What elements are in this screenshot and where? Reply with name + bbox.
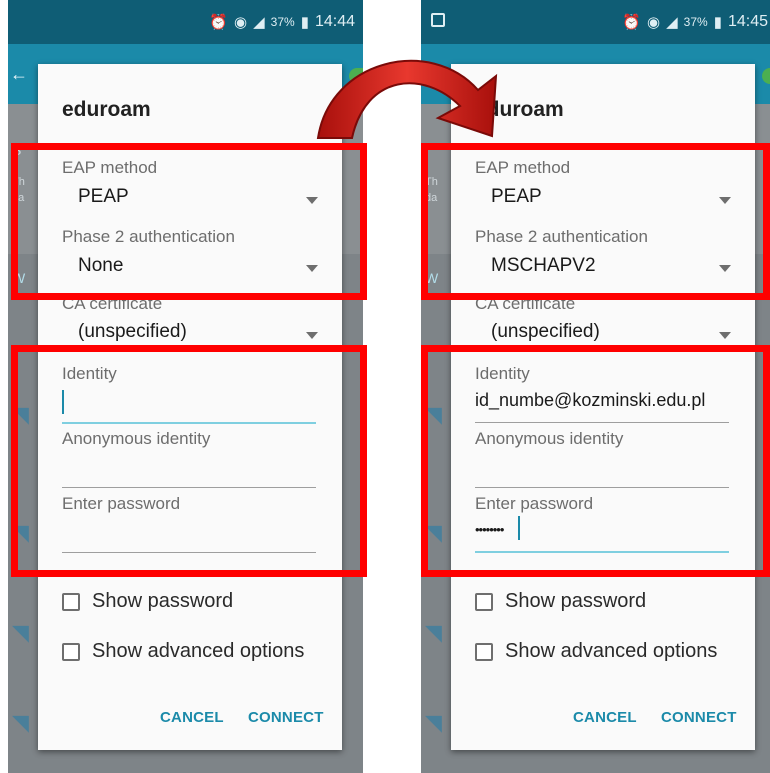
back-arrow-icon[interactable]: ← bbox=[10, 64, 28, 85]
battery-icon: ▮ bbox=[713, 14, 722, 31]
show-advanced-row[interactable]: Show advanced options bbox=[62, 640, 304, 663]
show-password-row[interactable]: Show password bbox=[475, 590, 646, 613]
battery-percent: 37% bbox=[270, 15, 295, 29]
status-bar: ⏰ ◉ ◢ 37% ▮ 14:44 bbox=[8, 0, 363, 44]
status-time: 14:45 bbox=[727, 13, 768, 30]
wifi-network-icon: ◥ bbox=[425, 620, 442, 645]
screenshot-notification-icon bbox=[431, 13, 445, 27]
highlight-box-eap-settings-after bbox=[421, 143, 770, 300]
signal-icon: ◢ bbox=[666, 14, 678, 31]
cancel-button[interactable]: CANCEL bbox=[160, 709, 224, 726]
highlight-box-eap-settings-before bbox=[11, 143, 367, 300]
dialog-title: eduroam bbox=[62, 98, 151, 121]
status-time: 14:44 bbox=[314, 13, 355, 30]
connect-button[interactable]: CONNECT bbox=[248, 709, 324, 726]
ca-certificate-select[interactable]: (unspecified) bbox=[78, 321, 187, 343]
cancel-button[interactable]: CANCEL bbox=[573, 709, 637, 726]
wifi-network-icon: ◥ bbox=[425, 710, 442, 735]
show-advanced-label: Show advanced options bbox=[505, 640, 718, 662]
alarm-icon: ⏰ bbox=[622, 14, 642, 31]
transition-arrow-icon bbox=[316, 59, 498, 139]
wifi-icon: ◉ bbox=[647, 14, 661, 31]
battery-icon: ▮ bbox=[300, 14, 309, 31]
highlight-box-credentials-after bbox=[421, 345, 770, 577]
show-password-label: Show password bbox=[92, 590, 234, 612]
battery-percent: 37% bbox=[683, 15, 708, 29]
show-advanced-checkbox[interactable] bbox=[62, 642, 80, 661]
wifi-network-icon: ◥ bbox=[12, 710, 29, 735]
show-password-checkbox[interactable] bbox=[62, 592, 80, 611]
wifi-icon: ◉ bbox=[234, 14, 248, 31]
status-bar: ⏰ ◉ ◢ 37% ▮ 14:45 bbox=[421, 0, 770, 44]
show-advanced-row[interactable]: Show advanced options bbox=[475, 640, 717, 663]
highlight-box-credentials-before bbox=[11, 345, 367, 577]
ca-certificate-select[interactable]: (unspecified) bbox=[491, 321, 600, 343]
chevron-down-icon[interactable] bbox=[719, 332, 731, 339]
show-password-checkbox[interactable] bbox=[475, 592, 493, 611]
signal-icon: ◢ bbox=[253, 14, 265, 31]
show-password-row[interactable]: Show password bbox=[62, 590, 233, 613]
show-advanced-checkbox[interactable] bbox=[475, 642, 493, 661]
connect-button[interactable]: CONNECT bbox=[661, 709, 737, 726]
show-password-label: Show password bbox=[505, 590, 647, 612]
arrow-shape bbox=[316, 59, 498, 139]
wifi-network-icon: ◥ bbox=[12, 620, 29, 645]
alarm-icon: ⏰ bbox=[209, 14, 229, 31]
chevron-down-icon[interactable] bbox=[306, 332, 318, 339]
show-advanced-label: Show advanced options bbox=[92, 640, 305, 662]
wifi-toggle[interactable] bbox=[762, 68, 770, 84]
